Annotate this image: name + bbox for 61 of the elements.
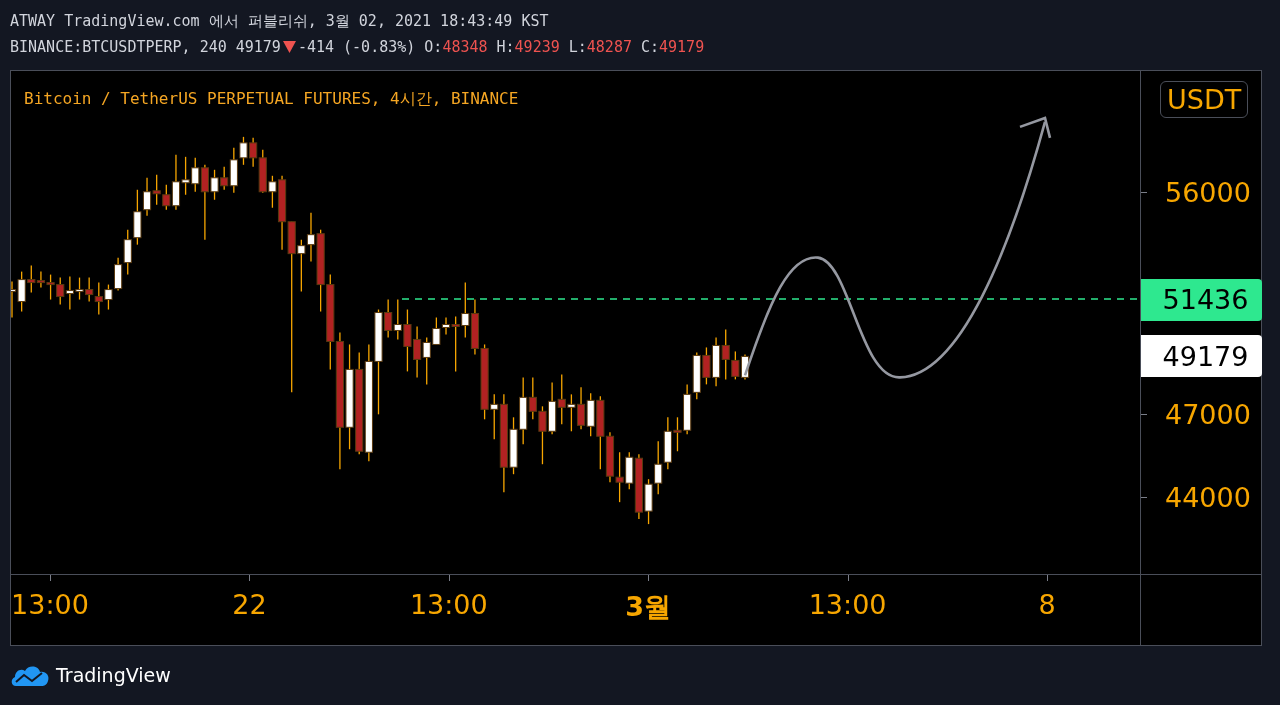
axis-tick	[448, 575, 450, 581]
candle	[702, 346, 711, 386]
axis-tick	[1047, 575, 1048, 581]
candle	[538, 405, 547, 465]
candle	[654, 440, 663, 495]
time-label: 13:00	[409, 589, 488, 620]
price-tick-label: 56000	[1165, 176, 1251, 208]
brand-name: TradingView	[56, 664, 171, 686]
axis-tick	[1141, 413, 1147, 415]
candle	[576, 386, 586, 430]
dashed-price-line[interactable]	[401, 298, 1140, 300]
candle	[711, 336, 721, 387]
candle	[142, 177, 152, 217]
time-label: 8	[1038, 589, 1056, 620]
candle	[644, 478, 653, 525]
last-price: 49179	[235, 38, 281, 56]
candle	[470, 298, 480, 356]
time-label: 13:00	[808, 589, 887, 620]
ohlc-value: 48287	[586, 38, 632, 56]
price-tick-label: 44000	[1165, 481, 1251, 513]
candle	[461, 281, 470, 339]
candle	[567, 393, 576, 432]
ohlc-value: 49179	[659, 38, 705, 56]
candle	[557, 373, 566, 425]
time-label: 3월	[625, 590, 672, 624]
ohlc-label: L:	[568, 38, 587, 56]
symbol-label: BINANCE:BTCUSDTPERP, 240	[10, 38, 227, 56]
time-label: 13:00	[11, 589, 89, 620]
axis-tick	[249, 575, 251, 581]
ohlc-value: 49239	[514, 38, 560, 56]
candle	[615, 451, 624, 503]
candle	[104, 283, 113, 311]
candle	[181, 156, 190, 196]
axis-tick	[847, 575, 849, 581]
line-price-label: 51436	[1141, 278, 1262, 321]
axis-tick	[1141, 497, 1147, 499]
candle	[133, 189, 142, 246]
candle	[152, 174, 161, 206]
candle	[114, 257, 123, 292]
candle	[692, 351, 701, 400]
ohlc-label: O:	[424, 38, 443, 56]
candle	[740, 353, 750, 381]
price-tick-label: 47000	[1165, 398, 1251, 430]
candle	[413, 325, 422, 379]
publish-info: ATWAY TradingView.com 에서 퍼블리쉬, 3월 02, 2021 18:43:49 KST	[10, 11, 549, 31]
candle	[94, 281, 103, 316]
ohlc-value: 48348	[442, 38, 488, 56]
time-label: 22	[232, 589, 267, 620]
price-change: -414 (-0.83%)	[297, 38, 416, 56]
axis-tick	[648, 575, 650, 581]
ohlc-label: C:	[640, 38, 660, 56]
ohlc-label: H:	[496, 38, 515, 56]
last-price-label: 49179	[1141, 335, 1262, 378]
currency-label: USDT	[1160, 81, 1249, 118]
candle	[123, 229, 132, 276]
candle	[56, 276, 65, 306]
axis-tick	[1141, 192, 1147, 193]
chart-legend: Bitcoin / TetherUS PERPETUAL FUTURES, 4시간, BINANCE	[24, 89, 519, 110]
axis-tick	[50, 575, 51, 581]
candle	[548, 381, 557, 435]
candle	[85, 276, 94, 303]
